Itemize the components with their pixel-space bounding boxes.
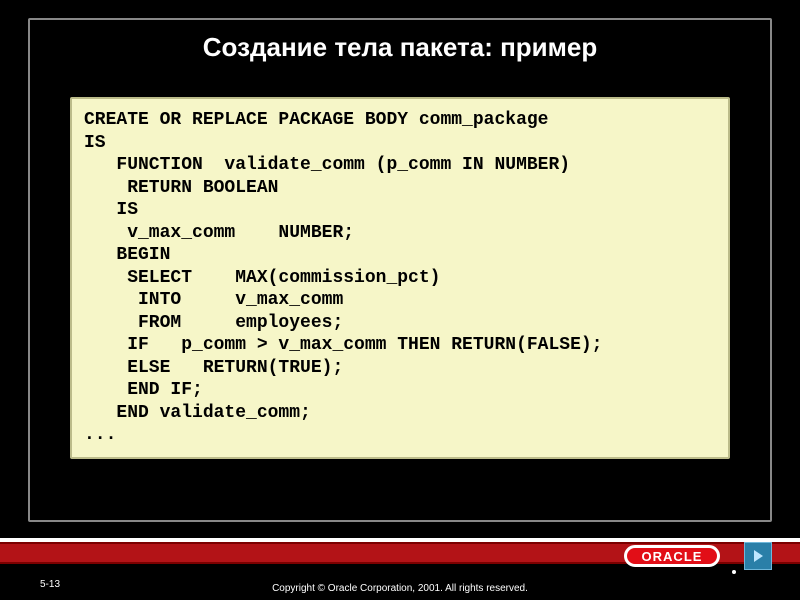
slide-frame: Создание тела пакета: пример CREATE OR R… (28, 18, 772, 522)
footer: 5-13 Copyright © Oracle Corporation, 200… (0, 528, 800, 600)
chevron-right-icon (750, 548, 766, 564)
next-slide-button[interactable] (744, 542, 772, 570)
copyright-text: Copyright © Oracle Corporation, 2001. Al… (0, 583, 800, 594)
code-block: CREATE OR REPLACE PACKAGE BODY comm_pack… (70, 97, 730, 459)
oracle-logo-text: ORACLE (642, 549, 703, 564)
slide-title: Создание тела пакета: пример (30, 32, 770, 63)
oracle-logo-dot (732, 570, 736, 574)
oracle-logo: ORACLE (624, 545, 720, 567)
